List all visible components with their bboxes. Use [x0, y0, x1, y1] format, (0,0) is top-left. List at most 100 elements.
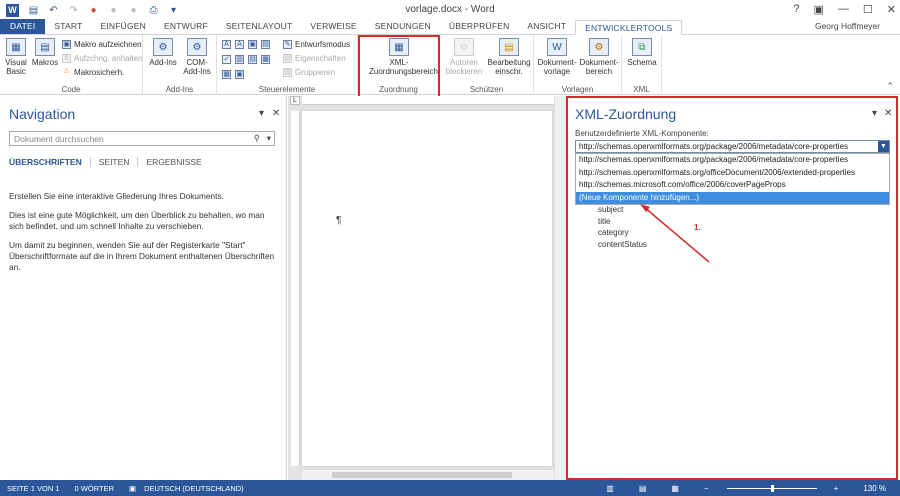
pane-options-icon[interactable]: ▾ [259, 108, 264, 119]
document-page[interactable]: ¶ [302, 111, 552, 466]
save-icon[interactable]: ▤ [28, 5, 39, 16]
group-label: Gruppieren [295, 68, 336, 77]
document-template-button[interactable]: W Dokument-vorlage [537, 38, 577, 76]
group-xml: ⧉ Schema XML [622, 35, 662, 95]
vertical-scrollbar[interactable] [554, 96, 566, 480]
combobox-control-icon[interactable]: ▥ [235, 55, 244, 64]
schema-button[interactable]: ⧉ Schema [626, 38, 658, 67]
pause-recording-label: Aufzchng. anhalten [74, 54, 143, 63]
xml-pane-highlight [566, 96, 898, 480]
ribbon: ▦ Visual Basic ▤ Makros ▣ Makro aufzeich… [0, 35, 900, 98]
status-right: ▥ ▤ ▦ − + 130 % [599, 480, 894, 496]
tab-file[interactable]: DATEI [0, 19, 46, 34]
user-name[interactable]: Georg Hoffmeyer [815, 21, 880, 31]
tab-references[interactable]: VERWEISE [301, 19, 365, 34]
com-addins-button[interactable]: ⚙ COM-Add-Ins [182, 38, 212, 76]
redo-icon[interactable]: ↷ [68, 5, 79, 16]
tab-start[interactable]: START [45, 19, 91, 34]
horizontal-ruler[interactable] [302, 96, 566, 105]
group-addins: ⚙ Add-Ins ⚙ COM-Add-Ins Add-Ins [143, 35, 217, 95]
help-icon[interactable]: ? [793, 3, 799, 16]
minimize-icon[interactable]: — [838, 3, 849, 16]
building-block-control-icon[interactable]: ▤ [261, 40, 270, 49]
macros-button[interactable]: ▤ Makros [31, 38, 59, 67]
record-macro-icon: ▣ [62, 40, 71, 49]
plain-text-control-icon[interactable]: A [235, 40, 244, 49]
circle-icon[interactable]: ● [128, 5, 139, 16]
tab-view[interactable]: ANSICHT [518, 19, 575, 34]
paragraph-mark: ¶ [336, 215, 342, 226]
zoom-slider-thumb[interactable] [770, 484, 774, 492]
legacy-tools-icon[interactable]: ▣ [235, 70, 244, 79]
maximize-icon[interactable]: ☐ [863, 3, 873, 16]
group-button[interactable]: ▥ Gruppieren [283, 68, 335, 77]
design-mode-label: Entwurfsmodus [295, 40, 351, 49]
tab-review[interactable]: ÜBERPRÜFEN [440, 19, 519, 34]
tab-design[interactable]: ENTWURF [155, 19, 217, 34]
record-macro-button[interactable]: ▣ Makro aufzeichnen [62, 40, 142, 49]
language[interactable]: DEUTSCH (DEUTSCHLAND) [144, 484, 244, 493]
read-mode-icon[interactable]: ▥ [606, 484, 614, 493]
checkbox-control-icon[interactable]: ✓ [222, 55, 231, 64]
macros-label: Makros [31, 58, 59, 67]
print-icon[interactable]: ⎙ [148, 5, 159, 16]
tab-developer[interactable]: ENTWICKLERTOOLS [575, 20, 683, 35]
word-count[interactable]: 0 WÖRTER [75, 484, 114, 493]
tab-page-layout[interactable]: SEITENLAYOUT [217, 19, 301, 34]
pause-icon: Ⅱ [62, 54, 71, 63]
scrollbar-thumb[interactable] [332, 472, 512, 478]
macro-security-button[interactable]: ⚠ Makrosicherh. [62, 68, 124, 77]
close-icon[interactable]: ✕ [272, 108, 280, 119]
zoom-in-icon[interactable]: + [834, 484, 839, 493]
search-icon[interactable]: ⚲ [254, 132, 260, 144]
pause-recording-button[interactable]: Ⅱ Aufzchng. anhalten [62, 54, 143, 63]
record-icon[interactable]: ● [88, 5, 99, 16]
window-controls: ? ▣ — ☐ ✕ [793, 3, 896, 16]
page-count[interactable]: SEITE 1 VON 1 [7, 484, 60, 493]
ribbon-display-icon[interactable]: ▣ [814, 3, 824, 16]
rich-text-control-icon[interactable]: A [222, 40, 231, 49]
block-authors-button[interactable]: ☺ Autoren blockieren [444, 38, 484, 76]
proofing-icon[interactable]: ▣ [129, 484, 136, 493]
undo-icon[interactable]: ↶ [48, 5, 59, 16]
visual-basic-icon: ▦ [6, 38, 26, 56]
dropdown-control-icon[interactable]: ▤ [248, 55, 257, 64]
xml-mapping-highlight [358, 35, 440, 98]
design-mode-icon: ✎ [283, 40, 292, 49]
document-panel-button[interactable]: ⚙ Dokument-bereich [579, 38, 619, 76]
visual-basic-button[interactable]: ▦ Visual Basic [3, 38, 29, 76]
circle-icon[interactable]: ● [108, 5, 119, 16]
tab-insert[interactable]: EINFÜGEN [91, 19, 155, 34]
repeating-section-control-icon[interactable]: ▦ [222, 70, 231, 79]
close-icon[interactable]: ✕ [887, 3, 896, 16]
gear-icon: ⚙ [187, 38, 207, 56]
group-controls-label: Steuerelemente [258, 85, 316, 94]
zoom-level[interactable]: 130 % [863, 484, 886, 493]
collapse-ribbon-icon[interactable]: ⌃ [886, 81, 894, 92]
picture-control-icon[interactable]: ▣ [248, 40, 257, 49]
tab-results[interactable]: ERGEBNISSE [138, 157, 209, 167]
zoom-slider[interactable] [726, 484, 817, 492]
tab-selector-icon[interactable]: L [290, 96, 300, 105]
zoom-out-icon[interactable]: − [704, 484, 709, 493]
chevron-down-icon[interactable]: ▾ [267, 132, 271, 144]
vertical-ruler[interactable] [291, 111, 300, 466]
customize-qat-icon[interactable]: ▾ [168, 5, 179, 16]
design-mode-button[interactable]: ✎ Entwurfsmodus [283, 40, 350, 49]
help-paragraph: Erstellen Sie eine interaktive Gliederun… [9, 191, 224, 201]
search-input[interactable]: Dokument durchsuchen ⚲ ▾ [9, 131, 275, 146]
print-layout-icon[interactable]: ▤ [639, 484, 647, 493]
addins-button[interactable]: ⚙ Add-Ins [148, 38, 178, 67]
macros-icon: ▤ [35, 38, 55, 56]
web-layout-icon[interactable]: ▦ [671, 484, 679, 493]
properties-icon: ▤ [283, 54, 292, 63]
restrict-editing-button[interactable]: ▤ Bearbeitung einschr. [487, 38, 531, 76]
tab-pages[interactable]: SEITEN [91, 157, 139, 167]
date-control-icon[interactable]: ▦ [261, 55, 270, 64]
horizontal-scrollbar[interactable] [302, 469, 554, 480]
word-logo-icon[interactable]: W [6, 3, 19, 17]
tab-headings[interactable]: ÜBERSCHRIFTEN [9, 157, 91, 167]
tab-mailings[interactable]: SENDUNGEN [366, 19, 440, 34]
properties-button[interactable]: ▤ Eigenschaften [283, 54, 346, 63]
macro-security-label: Makrosicherh. [74, 68, 125, 77]
